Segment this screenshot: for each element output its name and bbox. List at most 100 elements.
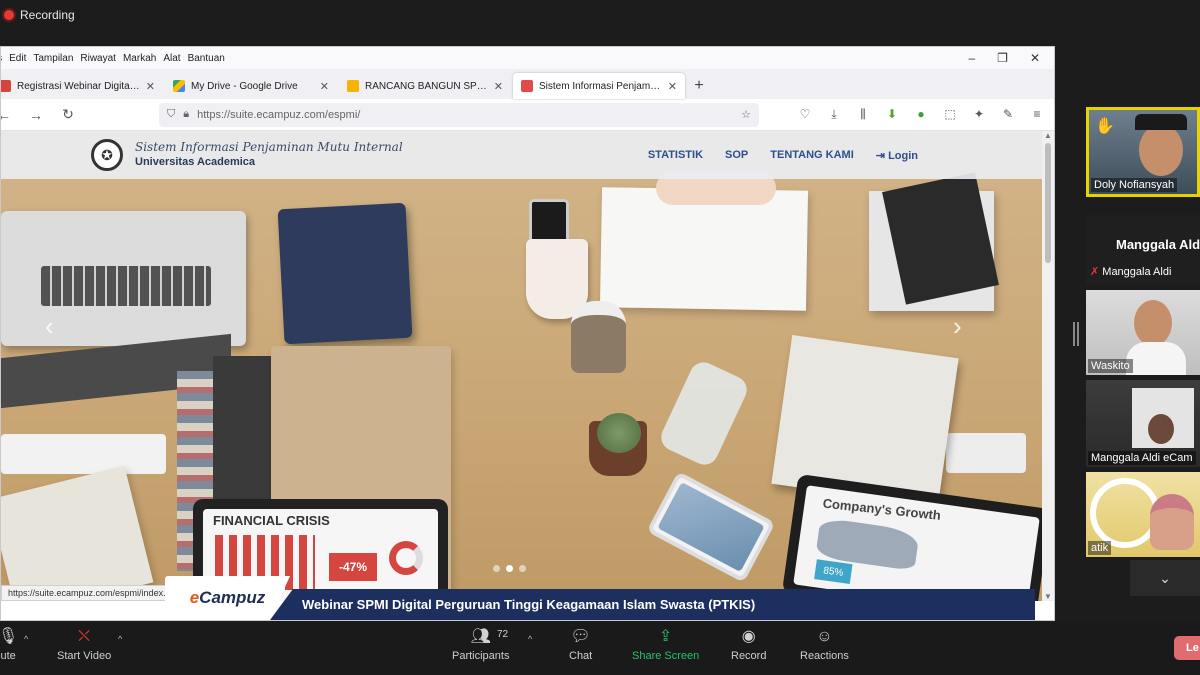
- participant-name: Doly Nofiansyah: [1091, 178, 1178, 192]
- page-scrollbar[interactable]: ▲ ▼: [1042, 131, 1054, 601]
- chat-button[interactable]: 💬︎ Chat: [569, 628, 592, 662]
- maximize-button[interactable]: ❐: [997, 51, 1008, 65]
- menu-file[interactable]: Berkas: [1, 53, 9, 64]
- meeting-toolbar: 🎙︎ ute ⛌ Start Video 👥︎ Participants 💬︎ …: [0, 622, 1200, 675]
- mute-button[interactable]: 🎙︎ ute: [0, 628, 18, 662]
- menu-hamburger-icon[interactable]: ≡: [1028, 107, 1046, 122]
- chat-bubble-icon: 💬︎: [570, 628, 591, 645]
- recording-label: Recording: [20, 8, 75, 22]
- video-tile-active-speaker[interactable]: ✋ Doly Nofiansyah: [1086, 107, 1200, 197]
- browser-navbar: ← → ↻ ⛉ 🔒︎ https://suite.ecampuz.com/esp…: [1, 99, 1054, 131]
- site-subtitle: Universitas Academica: [135, 156, 256, 168]
- close-tab-icon[interactable]: ✕: [494, 80, 503, 93]
- record-icon: ◉: [741, 628, 756, 645]
- site-title: Sistem Informasi Penjaminan Mutu Interna…: [135, 140, 403, 154]
- gallery-scroll-down-icon[interactable]: ⌄: [1130, 560, 1200, 596]
- microphone-icon: 🎙︎: [0, 628, 19, 645]
- recording-indicator[interactable]: Recording: [0, 4, 83, 26]
- menu-tools[interactable]: Alat: [163, 53, 187, 64]
- reactions-button[interactable]: ☺ Reactions: [800, 628, 849, 662]
- google-drive-icon: [173, 80, 185, 92]
- start-video-button[interactable]: ⛌ Start Video: [57, 628, 111, 662]
- menu-edit[interactable]: Edit: [9, 53, 33, 64]
- back-arrow-icon[interactable]: ←: [1, 107, 15, 123]
- participant-name: atik: [1088, 541, 1112, 555]
- site-brand[interactable]: Sistem Informasi Penjaminan Mutu Interna…: [135, 140, 403, 170]
- share-screen-button[interactable]: ⇪ Share Screen: [632, 628, 699, 662]
- lock-icon[interactable]: 🔒︎: [183, 108, 189, 121]
- minimize-button[interactable]: –: [968, 51, 975, 65]
- webinar-banner: e Campuz Webinar SPMI Digital Perguruan T…: [165, 576, 1035, 620]
- tab-sistem-informasi[interactable]: Sistem Informasi Penjaminan M ✕: [513, 73, 685, 99]
- participant-name: Waskito: [1088, 359, 1133, 373]
- extension-green-arrow-icon[interactable]: ⬇: [883, 107, 901, 122]
- tablet-title: Company's Growth: [822, 495, 942, 523]
- reload-icon[interactable]: ↻: [57, 106, 79, 123]
- tab-registrasi[interactable]: Registrasi Webinar Digitalisasi S ✕: [1, 73, 163, 99]
- ecampuz-logo: e Campuz: [165, 576, 290, 620]
- video-off-icon: ⛌: [78, 628, 91, 645]
- video-tile[interactable]: Manggala Aldi eCam: [1086, 380, 1200, 467]
- participant-name-text: Manggala Aldi: [1102, 266, 1172, 278]
- close-window-button[interactable]: ✕: [1030, 51, 1040, 65]
- participant-name: Manggala Aldi eCam: [1088, 451, 1196, 465]
- nav-login[interactable]: ⇥ Login: [876, 149, 918, 162]
- participant-name-large: Manggala Aldi: [1116, 237, 1200, 252]
- eyedropper-icon[interactable]: ✎: [999, 107, 1017, 122]
- record-button[interactable]: ◉ Record: [731, 628, 766, 662]
- video-options-caret-icon[interactable]: ^: [118, 634, 122, 644]
- carousel-dot[interactable]: [519, 565, 526, 572]
- hero-office-photo: FINANCIAL CRISIS -47% Company's Growth 8…: [1, 131, 1052, 601]
- carousel-next-button[interactable]: ›: [953, 311, 962, 342]
- download-icon[interactable]: ⤓: [825, 107, 843, 122]
- tab-rancang-bangun[interactable]: RANCANG BANGUN SPMI DIGI ✕: [339, 73, 511, 99]
- pocket-icon[interactable]: ♡: [796, 107, 814, 122]
- video-tile[interactable]: Waskito: [1086, 290, 1200, 375]
- browser-tabbar: Registrasi Webinar Digitalisasi S ✕ My D…: [1, 69, 1054, 99]
- scroll-down-icon[interactable]: ▼: [1042, 592, 1054, 601]
- shield-icon[interactable]: ⛉: [167, 108, 175, 121]
- menu-view[interactable]: Tampilan: [33, 53, 80, 64]
- tab-title: RANCANG BANGUN SPMI DIGI: [365, 80, 488, 92]
- login-icon: ⇥: [875, 149, 885, 162]
- close-tab-icon[interactable]: ✕: [320, 80, 329, 93]
- extension-puzzle-icon[interactable]: ✦: [970, 107, 988, 122]
- menu-bookmarks[interactable]: Markah: [123, 53, 163, 64]
- close-tab-icon[interactable]: ✕: [668, 80, 677, 93]
- menu-history[interactable]: Riwayat: [80, 53, 123, 64]
- browser-toolbar-icons: ♡ ⤓ ⫼ ⬇ ● ⬚ ✦ ✎ ≡: [796, 107, 1046, 122]
- participants-options-caret-icon[interactable]: ^: [528, 634, 532, 644]
- shared-browser-window: Berkas Edit Tampilan Riwayat Markah Alat…: [0, 46, 1055, 621]
- audio-options-caret-icon[interactable]: ^: [24, 634, 28, 644]
- menu-help[interactable]: Bantuan: [188, 53, 232, 64]
- nav-sop[interactable]: SOP: [725, 149, 748, 162]
- tab-google-drive[interactable]: My Drive - Google Drive ✕: [165, 73, 337, 99]
- extension-green-circle-icon[interactable]: ●: [912, 107, 930, 122]
- video-tile[interactable]: atik: [1086, 472, 1200, 557]
- slides-icon: [347, 80, 359, 92]
- webinar-title: Webinar SPMI Digital Perguruan Tinggi Ke…: [270, 589, 1035, 620]
- url-text: https://suite.ecampuz.com/espmi/: [197, 108, 361, 121]
- panel-resize-handle[interactable]: [1073, 322, 1079, 346]
- video-tile-camera-off[interactable]: Manggala Aldi ✗ Manggala Aldi: [1086, 215, 1200, 285]
- bookmark-star-icon[interactable]: ☆: [741, 108, 751, 121]
- scrollbar-thumb[interactable]: [1045, 143, 1051, 263]
- carousel-dot[interactable]: [493, 565, 500, 572]
- carousel-dot-active[interactable]: [506, 565, 513, 572]
- leave-button[interactable]: Le: [1174, 636, 1200, 660]
- new-tab-button[interactable]: +: [687, 73, 711, 99]
- scroll-up-icon[interactable]: ▲: [1042, 131, 1054, 140]
- record-dot-icon: [4, 10, 14, 20]
- library-icon[interactable]: ⫼: [854, 107, 872, 122]
- nav-login-label: Login: [888, 149, 918, 162]
- close-tab-icon[interactable]: ✕: [146, 80, 155, 93]
- forward-arrow-icon[interactable]: →: [25, 107, 47, 123]
- carousel-prev-button[interactable]: ‹: [45, 311, 54, 342]
- nav-tentang-kami[interactable]: TENTANG KAMI: [770, 149, 854, 162]
- tab-title: Registrasi Webinar Digitalisasi S: [17, 80, 140, 92]
- screenshot-icon[interactable]: ⬚: [941, 107, 959, 122]
- browser-menubar: Berkas Edit Tampilan Riwayat Markah Alat…: [1, 47, 1054, 69]
- nav-statistik[interactable]: STATISTIK: [648, 149, 703, 162]
- university-seal-icon[interactable]: ✪: [91, 139, 123, 171]
- address-bar[interactable]: ⛉ 🔒︎ https://suite.ecampuz.com/espmi/ ☆: [159, 102, 759, 127]
